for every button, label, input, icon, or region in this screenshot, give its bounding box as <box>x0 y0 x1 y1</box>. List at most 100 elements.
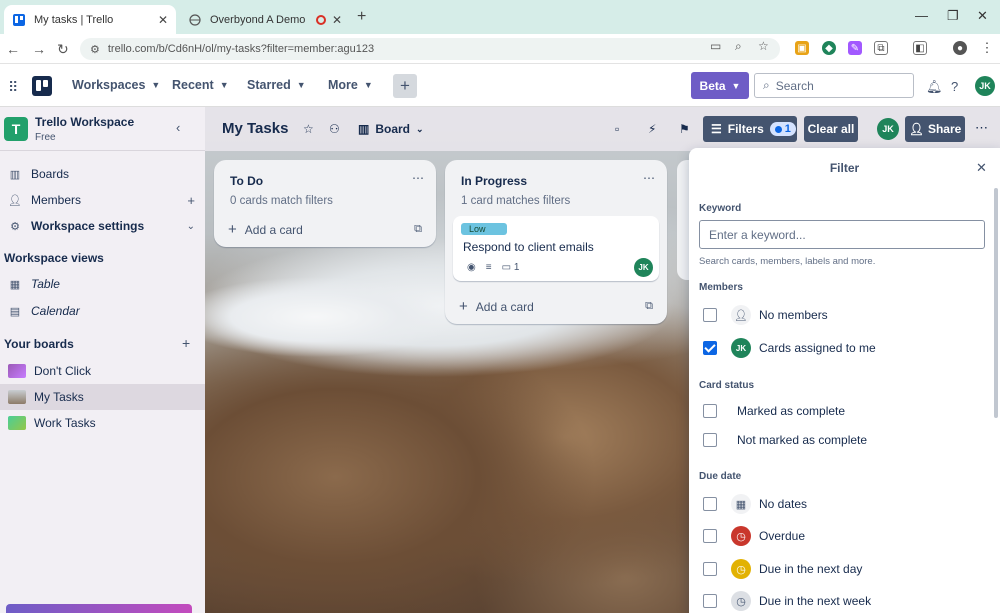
panel-scrollbar[interactable] <box>994 188 998 418</box>
gear-icon: ⚙ <box>10 220 20 233</box>
notifications-icon[interactable]: 🔔︎ <box>926 79 943 95</box>
filter-marked-complete[interactable]: Marked as complete <box>703 399 845 423</box>
account-avatar[interactable]: JK <box>975 76 995 96</box>
bookmark-star-icon[interactable]: ☆ <box>758 39 769 53</box>
filter-no-dates[interactable]: ▦ No dates <box>703 492 807 516</box>
chevron-down-icon: ⌄ <box>416 123 424 134</box>
card-template-icon[interactable]: ⧉ <box>414 223 422 236</box>
browser-menu-icon[interactable]: ⋮ <box>980 40 994 55</box>
puzzle-icon[interactable]: ⧉ <box>874 41 888 55</box>
list-menu-icon[interactable]: ⋯ <box>412 171 424 185</box>
camera-off-icon[interactable]: ▭ <box>710 39 721 53</box>
checkbox[interactable] <box>703 562 717 576</box>
browser-tab-demo[interactable]: Overbyond A Demo ✕ <box>180 5 350 34</box>
checkbox[interactable] <box>703 308 717 322</box>
add-board-icon[interactable]: + <box>182 335 190 351</box>
filter-not-marked-complete[interactable]: Not marked as complete <box>703 428 867 452</box>
visibility-icon[interactable]: ⚇ <box>329 122 340 136</box>
minimize-icon[interactable]: — <box>915 8 928 23</box>
list-title[interactable]: In Progress <box>461 174 527 188</box>
starred-menu[interactable]: Starred ▼ <box>247 78 306 92</box>
tab-close-icon[interactable]: ✕ <box>158 13 168 27</box>
profile-icon[interactable]: ● <box>953 41 967 55</box>
automation-icon[interactable]: ⚑ <box>679 122 690 136</box>
back-icon[interactable]: ← <box>6 41 20 57</box>
checkbox[interactable] <box>703 433 717 447</box>
star-icon[interactable]: ☆ <box>303 122 314 136</box>
site-info-icon[interactable]: ⚙ <box>90 43 100 56</box>
help-icon[interactable]: ? <box>951 79 958 94</box>
forward-icon[interactable]: → <box>32 41 46 57</box>
power-up-icon[interactable]: ▫ <box>615 122 619 136</box>
card-status-heading: Card status <box>699 380 755 391</box>
recent-menu[interactable]: Recent ▼ <box>172 78 229 92</box>
extension-icon[interactable]: ◆ <box>822 41 836 55</box>
sidebar-item-members[interactable]: 👤︎ Members + <box>0 187 205 213</box>
checkbox[interactable] <box>703 594 717 608</box>
clear-all-button[interactable]: Clear all <box>804 116 858 142</box>
sidebar-board-my-tasks[interactable]: My Tasks <box>0 384 205 410</box>
sidebar-board-work-tasks[interactable]: Work Tasks <box>0 410 205 436</box>
filter-due-next-day[interactable]: ◷ Due in the next day <box>703 557 862 581</box>
collapse-sidebar-icon[interactable]: ‹ <box>176 120 180 135</box>
close-icon[interactable]: ✕ <box>976 160 987 176</box>
sidebar-item-table[interactable]: ▦ Table <box>0 271 205 297</box>
extension-icon[interactable]: ✎ <box>848 41 862 55</box>
sidebar-item-calendar[interactable]: ▤ Calendar <box>0 298 205 324</box>
checkbox[interactable] <box>703 529 717 543</box>
card-member-avatar[interactable]: JK <box>634 258 653 277</box>
more-menu[interactable]: More ▼ <box>328 78 373 92</box>
filter-assigned-to-me[interactable]: JK Cards assigned to me <box>703 336 876 360</box>
search-input[interactable]: ⌕ Search <box>754 73 914 98</box>
clock-icon: ◷ <box>731 526 751 546</box>
zoom-icon[interactable]: ⌕ <box>735 39 742 54</box>
checkbox[interactable] <box>703 497 717 511</box>
board-view-switcher[interactable]: ▥ Board ⌄ <box>358 118 424 140</box>
card-respond-to-client-emails[interactable]: Low Respond to client emails ◉ ≡ ▭ 1 JK <box>453 216 659 281</box>
board-menu-icon[interactable]: ⋯ <box>975 120 988 136</box>
filters-button[interactable]: ☰ Filters 1 <box>703 116 797 142</box>
browser-tab-trello[interactable]: My tasks | Trello ✕ <box>4 5 176 34</box>
upgrade-banner[interactable] <box>6 604 192 613</box>
app-switcher-icon[interactable]: ⠿ <box>8 79 18 96</box>
workspace-views-heading: Workspace views <box>4 251 104 265</box>
checkbox[interactable] <box>703 404 717 418</box>
priority-label[interactable]: Low <box>461 223 507 235</box>
keyword-input[interactable] <box>699 220 985 249</box>
sidebar-item-boards[interactable]: ▥ Boards <box>0 161 205 187</box>
workspace-name[interactable]: Trello Workspace <box>35 115 134 129</box>
add-member-icon[interactable]: + <box>187 193 195 208</box>
sidepanel-icon[interactable]: ◧ <box>913 41 927 55</box>
add-card-button[interactable]: + Add a card <box>228 221 303 238</box>
member-avatar[interactable]: JK <box>877 118 899 140</box>
list-title[interactable]: To Do <box>230 174 263 188</box>
window-close-icon[interactable]: ✕ <box>977 8 988 24</box>
calendar-icon: ▦ <box>731 494 751 514</box>
share-button[interactable]: 👤︎ Share <box>905 116 965 142</box>
new-tab-button[interactable]: + <box>357 8 366 26</box>
sidebar-item-workspace-settings[interactable]: ⚙ Workspace settings ⌄ <box>0 213 205 239</box>
add-card-button[interactable]: + Add a card <box>459 298 534 315</box>
filter-no-members[interactable]: 👤︎ No members <box>703 303 828 327</box>
sidebar-board-dont-click[interactable]: Don't Click <box>0 358 205 384</box>
filter-overdue[interactable]: ◷ Overdue <box>703 524 805 548</box>
beta-button[interactable]: Beta ▼ <box>691 72 749 99</box>
filter-due-next-week[interactable]: ◷ Due in the next week <box>703 589 871 613</box>
card-template-icon[interactable]: ⧉ <box>645 300 653 313</box>
tab-close-icon[interactable]: ✕ <box>332 13 342 27</box>
board-title[interactable]: My Tasks <box>222 120 288 137</box>
board-thumbnail <box>8 416 26 430</box>
reload-icon[interactable]: ↻ <box>57 41 69 58</box>
plus-icon: + <box>228 221 237 238</box>
list-menu-icon[interactable]: ⋯ <box>643 171 655 185</box>
rocket-icon[interactable]: ⚡︎ <box>648 122 656 136</box>
trello-logo[interactable] <box>32 76 52 96</box>
url-field[interactable]: ⚙ trello.com /b/Cd6nH/ol/my-tasks?filter… <box>80 38 780 60</box>
keyword-help-text: Search cards, members, labels and more. <box>699 256 876 267</box>
restore-icon[interactable]: ❐ <box>947 8 959 24</box>
extension-icon[interactable]: ▣ <box>795 41 809 55</box>
create-button[interactable]: + <box>393 74 417 98</box>
checkbox-checked[interactable] <box>703 341 717 355</box>
members-heading: Members <box>699 282 743 293</box>
workspaces-menu[interactable]: Workspaces ▼ <box>72 78 160 92</box>
